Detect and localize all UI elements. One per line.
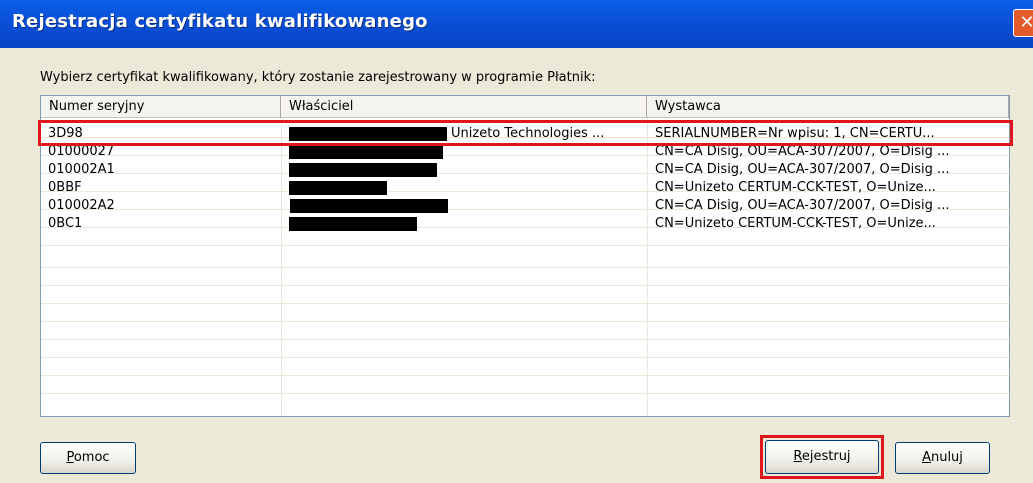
redaction-bar [289,181,387,195]
serial-cell: 0BBF [48,180,82,195]
cancel-label: nuluj [930,450,963,465]
serial-cell: 0BC1 [48,216,83,231]
redaction-bar [289,145,443,159]
serial-cell: 010002A2 [48,198,115,213]
register-accel: R [793,449,802,464]
close-icon: ✕ [1019,12,1033,33]
cancel-button[interactable]: Anuluj [895,442,990,474]
grid-line [41,267,1009,268]
title-bar[interactable]: Rejestracja certyfikatu kwalifikowanego … [0,0,1033,48]
help-label: omoc [73,450,110,465]
help-button[interactable]: Pomoc [40,442,136,474]
owner-cell [289,161,643,179]
grid-line [41,375,1009,376]
close-button[interactable]: ✕ [1013,9,1033,37]
grid-line [41,303,1009,304]
column-header-issuer[interactable]: Wystawca [647,96,1009,118]
redaction-bar [290,199,448,213]
grid-line [41,285,1009,286]
owner-cell [289,197,643,215]
redaction-bar [289,217,417,231]
issuer-cell: CN=Unizeto CERTUM-CCK-TEST, O=Unize... [655,216,936,231]
issuer-cell: CN=Unizeto CERTUM-CCK-TEST, O=Unize... [655,180,936,195]
grid-line [41,393,1009,394]
column-header-serial[interactable]: Numer seryjny [41,96,281,118]
column-header-owner[interactable]: Właściciel [281,96,647,118]
owner-cell [289,179,643,197]
register-button[interactable]: Rejestruj [765,440,879,474]
issuer-cell: CN=CA Disig, OU=ACA-307/2007, O=Disig ..… [655,162,950,177]
cancel-accel: A [922,450,931,465]
list-header: Numer seryjny Właściciel Wystawca [41,96,1009,118]
table-row[interactable]: 010002A1 CN=CA Disig, OU=ACA-307/2007, O… [41,161,1009,179]
grid-line [41,339,1009,340]
grid-line [41,321,1009,322]
table-row[interactable]: 010002A2 CN=CA Disig, OU=ACA-307/2007, O… [41,197,1009,215]
instruction-label: Wybierz certyfikat kwalifikowany, który … [40,70,596,85]
serial-cell: 010002A1 [48,162,115,177]
table-row[interactable]: 0BC1 CN=Unizeto CERTUM-CCK-TEST, O=Unize… [41,215,1009,233]
selected-row-highlight [38,120,1013,146]
owner-cell [289,215,643,233]
redaction-bar [289,163,437,177]
grid-line [41,245,1009,246]
table-row[interactable]: 0BBF CN=Unizeto CERTUM-CCK-TEST, O=Unize… [41,179,1009,197]
register-label: ejestruj [801,449,851,464]
issuer-cell: CN=CA Disig, OU=ACA-307/2007, O=Disig ..… [655,198,950,213]
window-title: Rejestracja certyfikatu kwalifikowanego [12,11,428,32]
help-accel: P [66,450,74,465]
grid-line [41,357,1009,358]
